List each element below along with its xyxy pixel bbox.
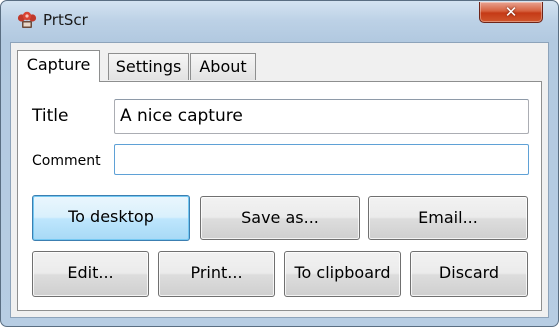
to-desktop-button[interactable]: To desktop xyxy=(32,195,190,241)
app-window: PrtScr ✕ Capture Settings About Title A … xyxy=(0,0,559,327)
print-label: Print... xyxy=(190,263,243,282)
discard-label: Discard xyxy=(438,263,500,282)
discard-button[interactable]: Discard xyxy=(410,251,528,297)
title-input[interactable]: A nice capture xyxy=(114,99,529,134)
to-desktop-label: To desktop xyxy=(68,207,154,226)
title-bar[interactable]: PrtScr ✕ xyxy=(1,1,558,41)
save-as-button[interactable]: Save as... xyxy=(200,196,360,240)
comment-input[interactable] xyxy=(114,144,529,175)
tab-capture-label: Capture xyxy=(26,55,91,74)
save-as-label: Save as... xyxy=(241,208,319,227)
print-button[interactable]: Print... xyxy=(158,251,275,297)
to-clipboard-label: To clipboard xyxy=(294,263,391,282)
title-input-value: A nice capture xyxy=(120,106,243,126)
to-clipboard-button[interactable]: To clipboard xyxy=(284,251,401,297)
close-icon: ✕ xyxy=(504,3,518,21)
prtscr-app-icon xyxy=(17,11,37,28)
tab-settings[interactable]: Settings xyxy=(108,53,189,80)
close-button[interactable]: ✕ xyxy=(479,2,543,23)
tab-about-label: About xyxy=(199,57,247,76)
tab-settings-label: Settings xyxy=(115,57,182,76)
comment-label: Comment xyxy=(32,153,101,169)
email-label: Email... xyxy=(418,208,478,227)
edit-button[interactable]: Edit... xyxy=(32,251,149,297)
tab-about[interactable]: About xyxy=(190,53,256,80)
title-label: Title xyxy=(32,106,69,126)
email-button[interactable]: Email... xyxy=(368,196,528,240)
tab-capture[interactable]: Capture xyxy=(17,50,100,82)
dialog-client-area: Capture Settings About Title A nice capt… xyxy=(10,42,549,318)
edit-label: Edit... xyxy=(67,263,114,282)
window-title: PrtScr xyxy=(43,11,88,29)
capture-tab-panel: Title A nice capture Comment To desktop … xyxy=(17,81,542,311)
